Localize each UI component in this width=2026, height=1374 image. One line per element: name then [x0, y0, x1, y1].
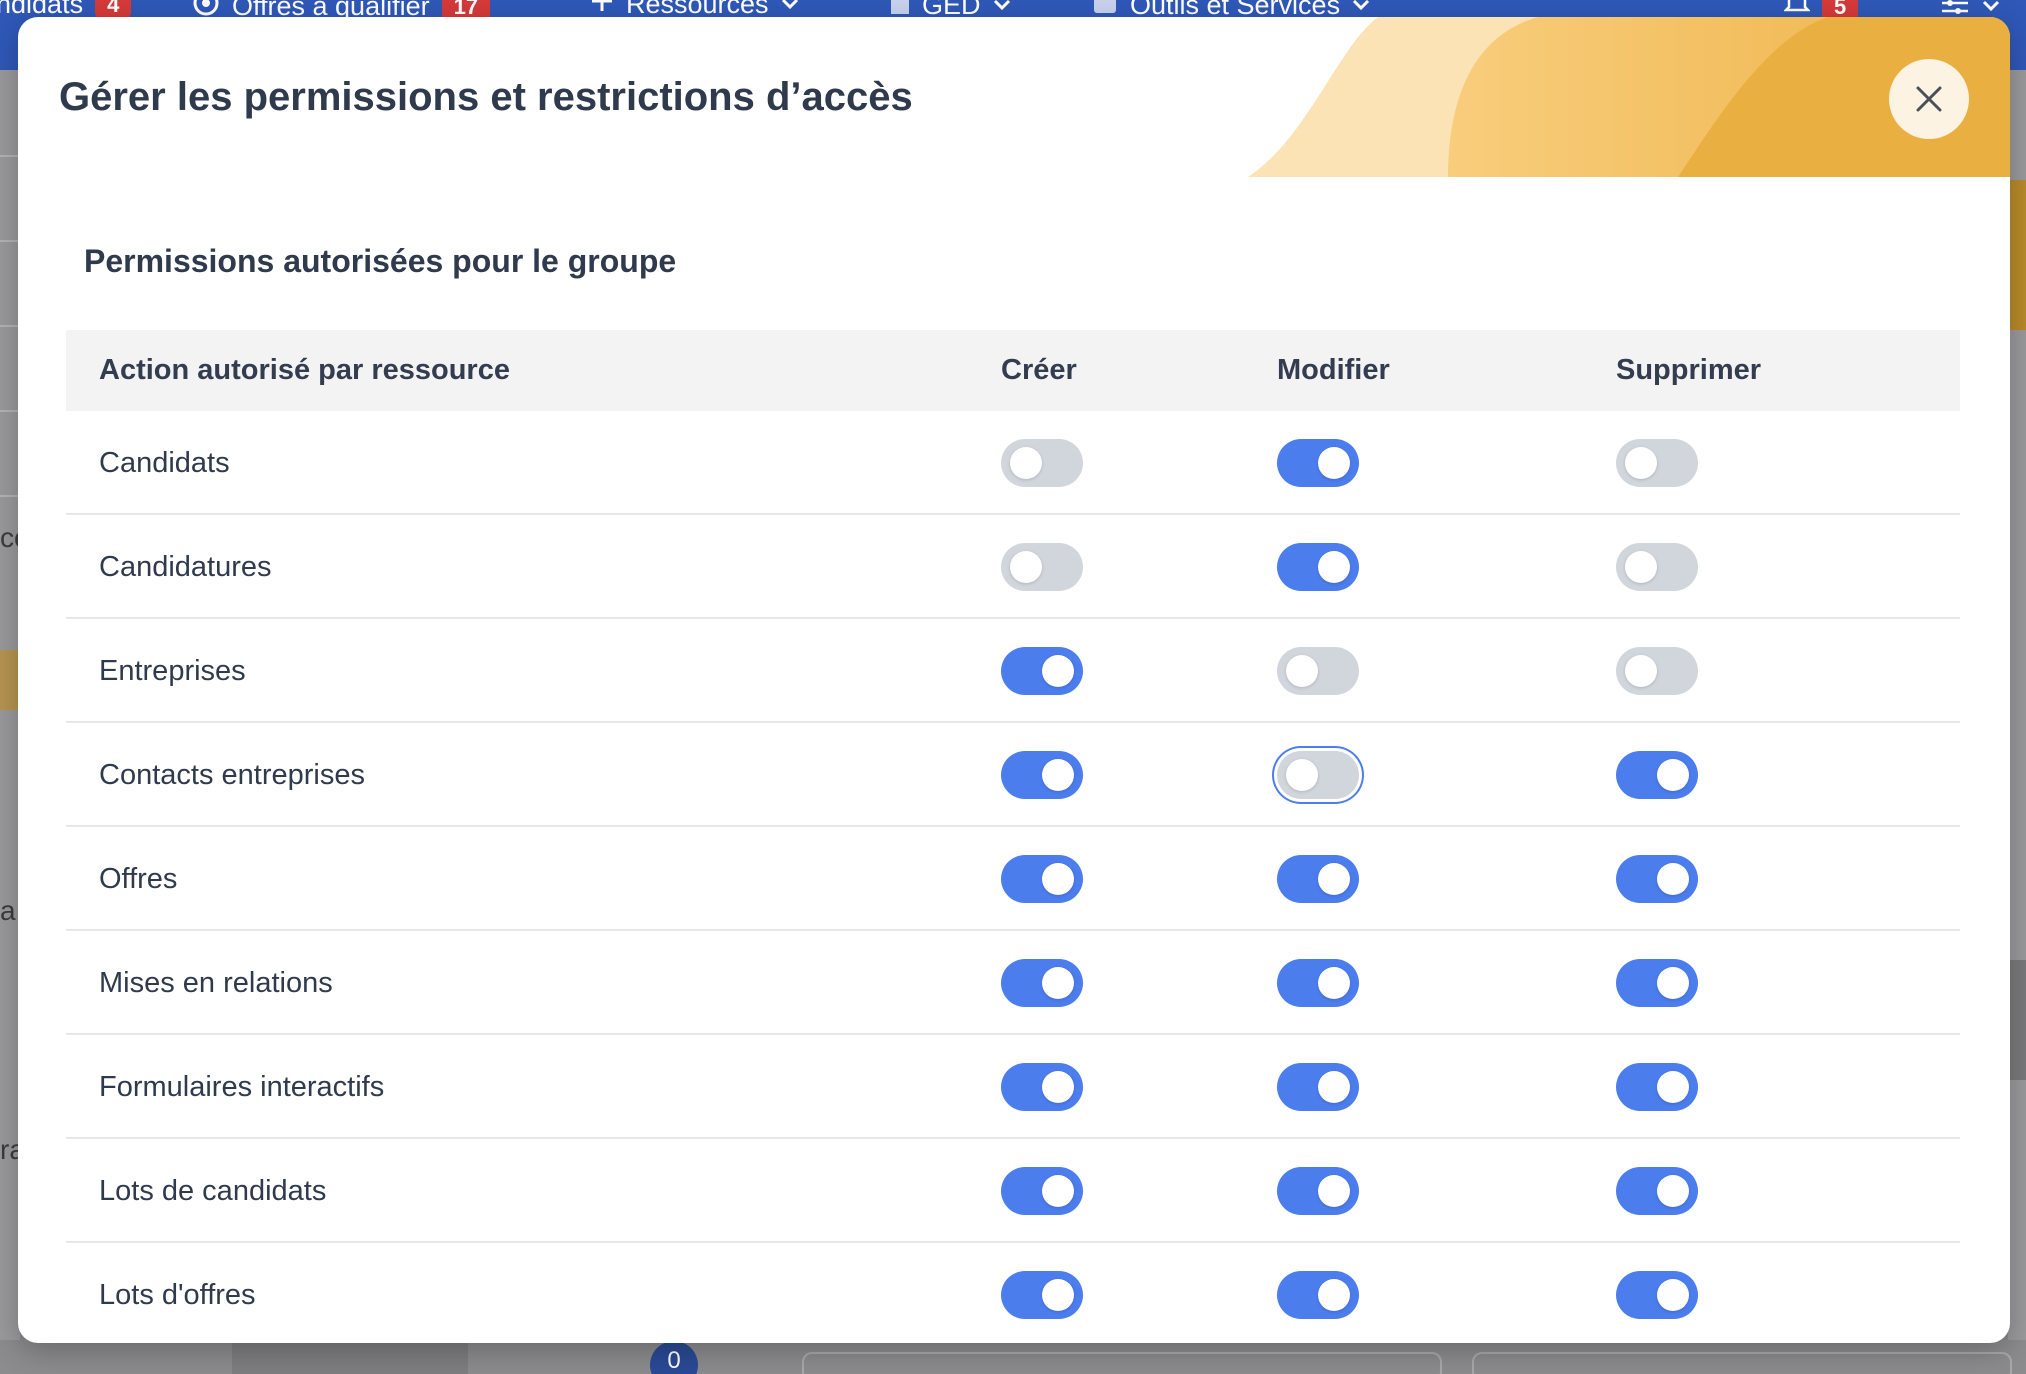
toggle-knob — [1042, 967, 1074, 999]
table-header: Action autorisé par ressource Créer Modi… — [66, 330, 1960, 411]
toggle-create[interactable] — [1001, 543, 1083, 591]
toggle-delete[interactable] — [1616, 647, 1698, 695]
toggle-create[interactable] — [1001, 855, 1083, 903]
chevron-down-icon — [1982, 0, 2000, 17]
table-row: Lots de candidats — [66, 1139, 1960, 1243]
toggle-knob — [1657, 1175, 1689, 1207]
modal-header: Gérer les permissions et restrictions d’… — [18, 17, 2010, 177]
toggle-knob — [1042, 1071, 1074, 1103]
table-row: Formulaires interactifs — [66, 1035, 1960, 1139]
table-row: Candidatures — [66, 515, 1960, 619]
toggle-knob — [1042, 759, 1074, 791]
toggle-create[interactable] — [1001, 647, 1083, 695]
toggle-knob — [1657, 863, 1689, 895]
toggle-delete[interactable] — [1616, 1167, 1698, 1215]
toggle-knob — [1318, 1071, 1350, 1103]
toggle-delete[interactable] — [1616, 751, 1698, 799]
resource-label: Formulaires interactifs — [99, 1071, 385, 1103]
toggle-knob — [1318, 967, 1350, 999]
background-field — [802, 1352, 1442, 1374]
toggle-modify[interactable] — [1277, 1271, 1359, 1319]
toggle-knob — [1625, 655, 1657, 687]
table-body: Candidats Candidatures Entreprises Contacts… — [66, 411, 1960, 1343]
modal-title: Gérer les permissions et restrictions d’… — [59, 75, 913, 119]
column-header-modify: Modifier — [1277, 354, 1390, 386]
toggle-delete[interactable] — [1616, 1063, 1698, 1111]
background-count-badge: 0 — [650, 1341, 698, 1374]
toggle-knob — [1318, 447, 1350, 479]
permissions-modal: Gérer les permissions et restrictions d’… — [18, 17, 2010, 1343]
background-sidebar — [0, 70, 20, 1374]
permissions-table: Action autorisé par ressource Créer Modi… — [66, 330, 1960, 1343]
resource-label: Entreprises — [99, 655, 246, 687]
background-field — [1472, 1352, 2012, 1374]
toggle-knob — [1318, 1175, 1350, 1207]
resource-label: Contacts entreprises — [99, 759, 365, 791]
table-row: Entreprises — [66, 619, 1960, 723]
resource-label: Offres — [99, 863, 178, 895]
background-bottom-area: 0 — [0, 1340, 2026, 1374]
toggle-modify[interactable] — [1277, 751, 1359, 799]
background-warning-block — [0, 650, 18, 710]
toggle-knob — [1318, 1279, 1350, 1311]
toggle-knob — [1657, 967, 1689, 999]
toggle-create[interactable] — [1001, 439, 1083, 487]
toggle-modify[interactable] — [1277, 1167, 1359, 1215]
toggle-delete[interactable] — [1616, 959, 1698, 1007]
column-header-delete: Supprimer — [1616, 354, 1762, 386]
toggle-knob — [1657, 1279, 1689, 1311]
toggle-knob — [1318, 551, 1350, 583]
toggle-create[interactable] — [1001, 1063, 1083, 1111]
table-row: Lots d'offres — [66, 1243, 1960, 1343]
toggle-delete[interactable] — [1616, 439, 1698, 487]
toggle-create[interactable] — [1001, 1167, 1083, 1215]
table-row: Contacts entreprises — [66, 723, 1960, 827]
toggle-knob — [1625, 551, 1657, 583]
toggle-knob — [1042, 1175, 1074, 1207]
toggle-modify[interactable] — [1277, 439, 1359, 487]
toggle-create[interactable] — [1001, 1271, 1083, 1319]
table-row: Offres — [66, 827, 1960, 931]
toggle-modify[interactable] — [1277, 647, 1359, 695]
toggle-knob — [1657, 1071, 1689, 1103]
toggle-create[interactable] — [1001, 959, 1083, 1007]
chevron-down-icon — [993, 0, 1011, 16]
toggle-knob — [1042, 863, 1074, 895]
table-row: Mises en relations — [66, 931, 1960, 1035]
toggle-knob — [1010, 551, 1042, 583]
toggle-knob — [1318, 863, 1350, 895]
close-button[interactable] — [1889, 59, 1969, 139]
resource-label: Candidats — [99, 447, 230, 479]
toggle-modify[interactable] — [1277, 855, 1359, 903]
section-title: Permissions autorisées pour le groupe — [84, 243, 677, 279]
resource-label: Lots d'offres — [99, 1279, 256, 1311]
toggle-modify[interactable] — [1277, 959, 1359, 1007]
chevron-down-icon — [781, 0, 799, 15]
toggle-delete[interactable] — [1616, 855, 1698, 903]
table-row: Candidats — [66, 411, 1960, 515]
toggle-knob — [1042, 1279, 1074, 1311]
column-header-create: Créer — [1001, 354, 1077, 386]
toggle-modify[interactable] — [1277, 1063, 1359, 1111]
toggle-delete[interactable] — [1616, 543, 1698, 591]
toggle-knob — [1286, 655, 1318, 687]
toggle-modify[interactable] — [1277, 543, 1359, 591]
resource-label: Mises en relations — [99, 967, 333, 999]
chevron-down-icon — [1352, 0, 1370, 16]
resource-label: Lots de candidats — [99, 1175, 327, 1207]
toggle-create[interactable] — [1001, 751, 1083, 799]
toggle-delete[interactable] — [1616, 1271, 1698, 1319]
resource-label: Candidatures — [99, 551, 272, 583]
background-text-fragment: a — [0, 895, 16, 926]
toggle-knob — [1286, 759, 1318, 791]
toggle-knob — [1042, 655, 1074, 687]
toggle-knob — [1010, 447, 1042, 479]
toggle-knob — [1657, 759, 1689, 791]
column-header-resource: Action autorisé par ressource — [99, 354, 510, 386]
toggle-knob — [1625, 447, 1657, 479]
background-right-panel — [2008, 70, 2026, 1374]
close-icon — [1916, 86, 1942, 112]
